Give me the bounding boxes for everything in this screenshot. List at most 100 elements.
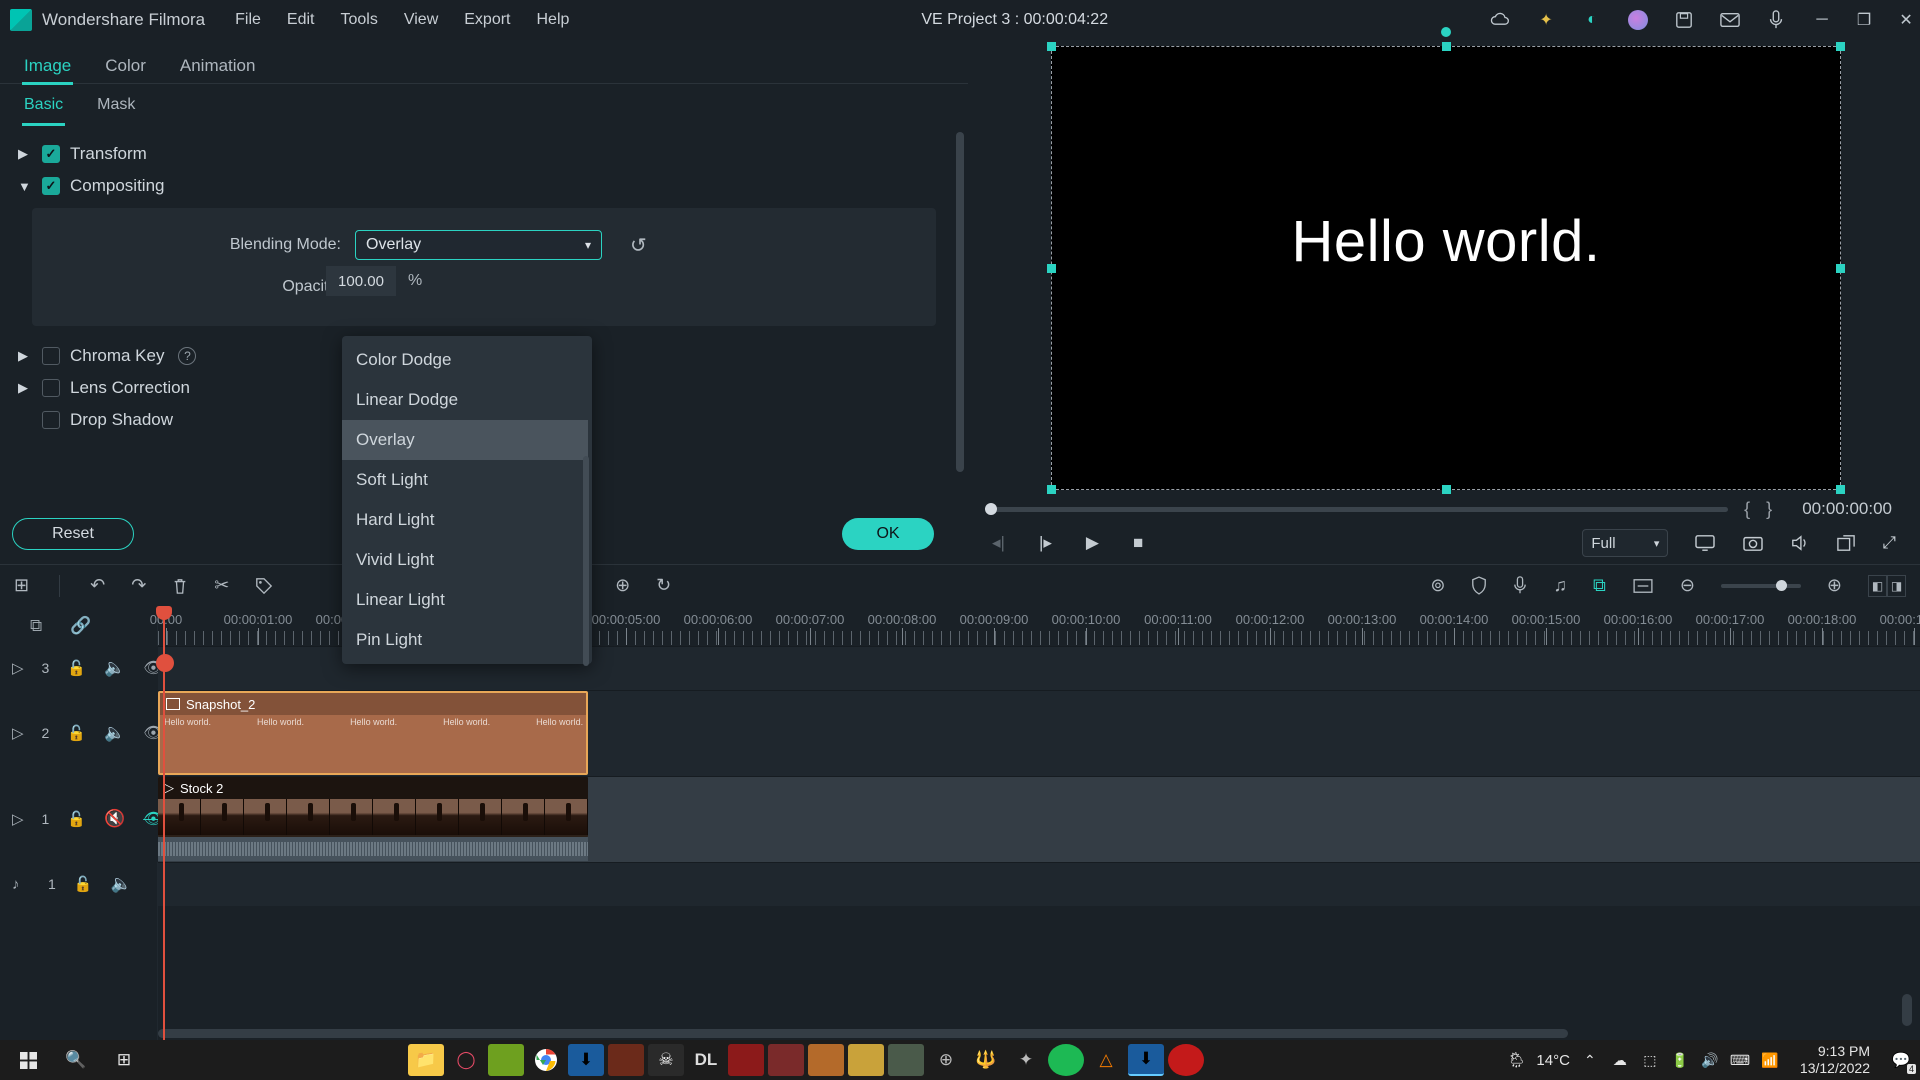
weather-icon[interactable]: 🌦 (1507, 1051, 1526, 1069)
track-header-v1[interactable]: ▷1 🔓 🔇 👁 (0, 776, 158, 862)
track-lane-v2[interactable]: Snapshot_2 Hello world. Hello world. Hel… (158, 690, 1920, 776)
shield-icon[interactable] (1471, 576, 1487, 595)
play-icon[interactable]: ▶ (1086, 533, 1099, 553)
blend-option-soft-light[interactable]: Soft Light (342, 460, 588, 500)
chroma-checkbox[interactable] (42, 347, 60, 365)
lens-checkbox[interactable] (42, 379, 60, 397)
zoom-slider[interactable] (1721, 584, 1801, 588)
lock-icon[interactable]: 🔓 (67, 810, 86, 828)
track-header-a1[interactable]: ♪1 🔓 🔈 (0, 862, 157, 906)
tray-lang-icon[interactable]: ⌨ (1730, 1052, 1750, 1069)
blend-option-linear-light[interactable]: Linear Light (342, 580, 588, 620)
tab-animation[interactable]: Animation (178, 50, 258, 82)
menu-view[interactable]: View (404, 11, 438, 29)
preview-scrubber[interactable] (988, 507, 1728, 512)
lock-icon[interactable]: 🔓 (67, 724, 86, 742)
blend-option-hard-light[interactable]: Hard Light (342, 500, 588, 540)
zoom-fit-button[interactable]: ◧◨ (1868, 575, 1906, 597)
track-lane-v1[interactable]: ▷Stock 2 (158, 776, 1920, 862)
menu-help[interactable]: Help (537, 11, 570, 29)
resize-handle[interactable] (1442, 42, 1451, 51)
search-button[interactable]: 🔍 (52, 1040, 100, 1080)
blend-mode-select[interactable]: Overlay ▾ (355, 230, 602, 260)
opacity-input[interactable]: 100.00 (326, 266, 396, 296)
save-icon[interactable] (1674, 10, 1694, 30)
taskbar-app-icon[interactable]: ✦ (1008, 1044, 1044, 1076)
timeline-marker[interactable] (156, 654, 174, 672)
taskbar-app-icon[interactable]: 🔱 (968, 1044, 1004, 1076)
reset-button[interactable]: Reset (12, 518, 134, 550)
taskbar-app-icon[interactable] (888, 1044, 924, 1076)
taskbar-app-icon[interactable] (488, 1044, 524, 1076)
tab-image[interactable]: Image (22, 50, 73, 85)
support-icon[interactable]: ◐ (1582, 10, 1602, 30)
mute-icon[interactable]: 🔈 (104, 658, 125, 678)
taskbar-app-icon[interactable]: DL (688, 1044, 724, 1076)
mute-icon[interactable]: 🔈 (110, 874, 131, 894)
preview-canvas[interactable]: Hello world. (1051, 46, 1841, 490)
taskbar-app-icon[interactable]: ☠ (648, 1044, 684, 1076)
tray-battery-icon[interactable]: 🔋 (1670, 1052, 1690, 1069)
tray-wifi-icon[interactable]: 📶 (1760, 1052, 1780, 1069)
menu-export[interactable]: Export (464, 11, 510, 29)
help-icon[interactable]: ? (178, 347, 196, 365)
mute-icon[interactable]: 🔇 (104, 809, 125, 829)
taskbar-app-icon[interactable]: ⊕ (928, 1044, 964, 1076)
delete-icon[interactable] (172, 577, 188, 595)
link-icon[interactable]: 🔗 (70, 616, 91, 636)
playhead[interactable] (163, 606, 165, 1040)
taskbar-spotify-icon[interactable] (1048, 1044, 1084, 1076)
track-header-v2[interactable]: ▷2 🔓 🔈 👁 (0, 690, 158, 776)
volume-icon[interactable] (1790, 534, 1810, 552)
fit-icon[interactable] (1632, 578, 1654, 594)
step-back-icon[interactable]: ◂| (992, 533, 1005, 553)
zoom-handle[interactable] (1776, 580, 1787, 591)
tray-app-icon[interactable]: ⬚ (1640, 1052, 1660, 1069)
taskbar-app-icon[interactable] (1168, 1044, 1204, 1076)
resize-handle[interactable] (1442, 485, 1451, 494)
timeline-vscroll[interactable] (1902, 994, 1912, 1026)
nest-icon[interactable]: ⧉ (30, 616, 42, 636)
lock-icon[interactable]: 🔓 (74, 875, 93, 893)
undo-icon[interactable]: ↶ (90, 575, 105, 596)
timeline-hscroll[interactable] (158, 1028, 1920, 1040)
rotate-handle[interactable] (1441, 27, 1451, 37)
mic-icon[interactable] (1766, 10, 1786, 30)
taskbar-vlc-icon[interactable]: △ (1088, 1044, 1124, 1076)
menu-edit[interactable]: Edit (287, 11, 315, 29)
tray-chevron-icon[interactable]: ⌃ (1580, 1052, 1600, 1069)
voiceover-icon[interactable] (1513, 576, 1527, 595)
music-icon[interactable]: ♫ (1553, 575, 1567, 596)
clip-stock[interactable]: ▷Stock 2 (158, 777, 588, 837)
task-view-button[interactable]: ⊞ (100, 1040, 148, 1080)
taskbar-app-icon[interactable]: ◯ (448, 1044, 484, 1076)
window-close-icon[interactable]: ✕ (1896, 10, 1916, 30)
drop-shadow-checkbox[interactable] (42, 411, 60, 429)
snapshot-icon[interactable] (1742, 534, 1764, 552)
clip-audio-wave[interactable] (158, 837, 588, 861)
tab-mask[interactable]: Mask (95, 92, 137, 126)
mark-in-icon[interactable]: { (1744, 499, 1750, 520)
taskbar-app-icon[interactable]: 📁 (408, 1044, 444, 1076)
taskbar-app-icon[interactable] (808, 1044, 844, 1076)
resize-handle[interactable] (1047, 42, 1056, 51)
resize-handle[interactable] (1047, 485, 1056, 494)
mail-icon[interactable] (1720, 10, 1740, 30)
speed-icon[interactable]: ⊕ (615, 575, 630, 596)
clip-snapshot[interactable]: Snapshot_2 Hello world. Hello world. Hel… (158, 691, 588, 775)
lock-icon[interactable]: 🔓 (67, 659, 86, 677)
resize-handle[interactable] (1836, 42, 1845, 51)
taskbar-app-icon[interactable] (848, 1044, 884, 1076)
blend-mode-dropdown[interactable]: Color Dodge Linear Dodge Overlay Soft Li… (342, 336, 592, 664)
zoom-in-icon[interactable]: ⊕ (1827, 575, 1842, 596)
tab-color[interactable]: Color (103, 50, 148, 82)
redo-icon[interactable]: ↷ (131, 575, 146, 596)
add-icon[interactable]: ⊞ (14, 575, 29, 596)
taskbar-app-icon[interactable] (768, 1044, 804, 1076)
blend-option-color-dodge[interactable]: Color Dodge (342, 340, 588, 380)
blend-option-linear-dodge[interactable]: Linear Dodge (342, 380, 588, 420)
preview-quality-select[interactable]: Full▾ (1582, 529, 1668, 557)
clock-icon[interactable]: ↻ (656, 575, 671, 596)
transform-checkbox[interactable] (42, 145, 60, 163)
mute-icon[interactable]: 🔈 (104, 723, 125, 743)
